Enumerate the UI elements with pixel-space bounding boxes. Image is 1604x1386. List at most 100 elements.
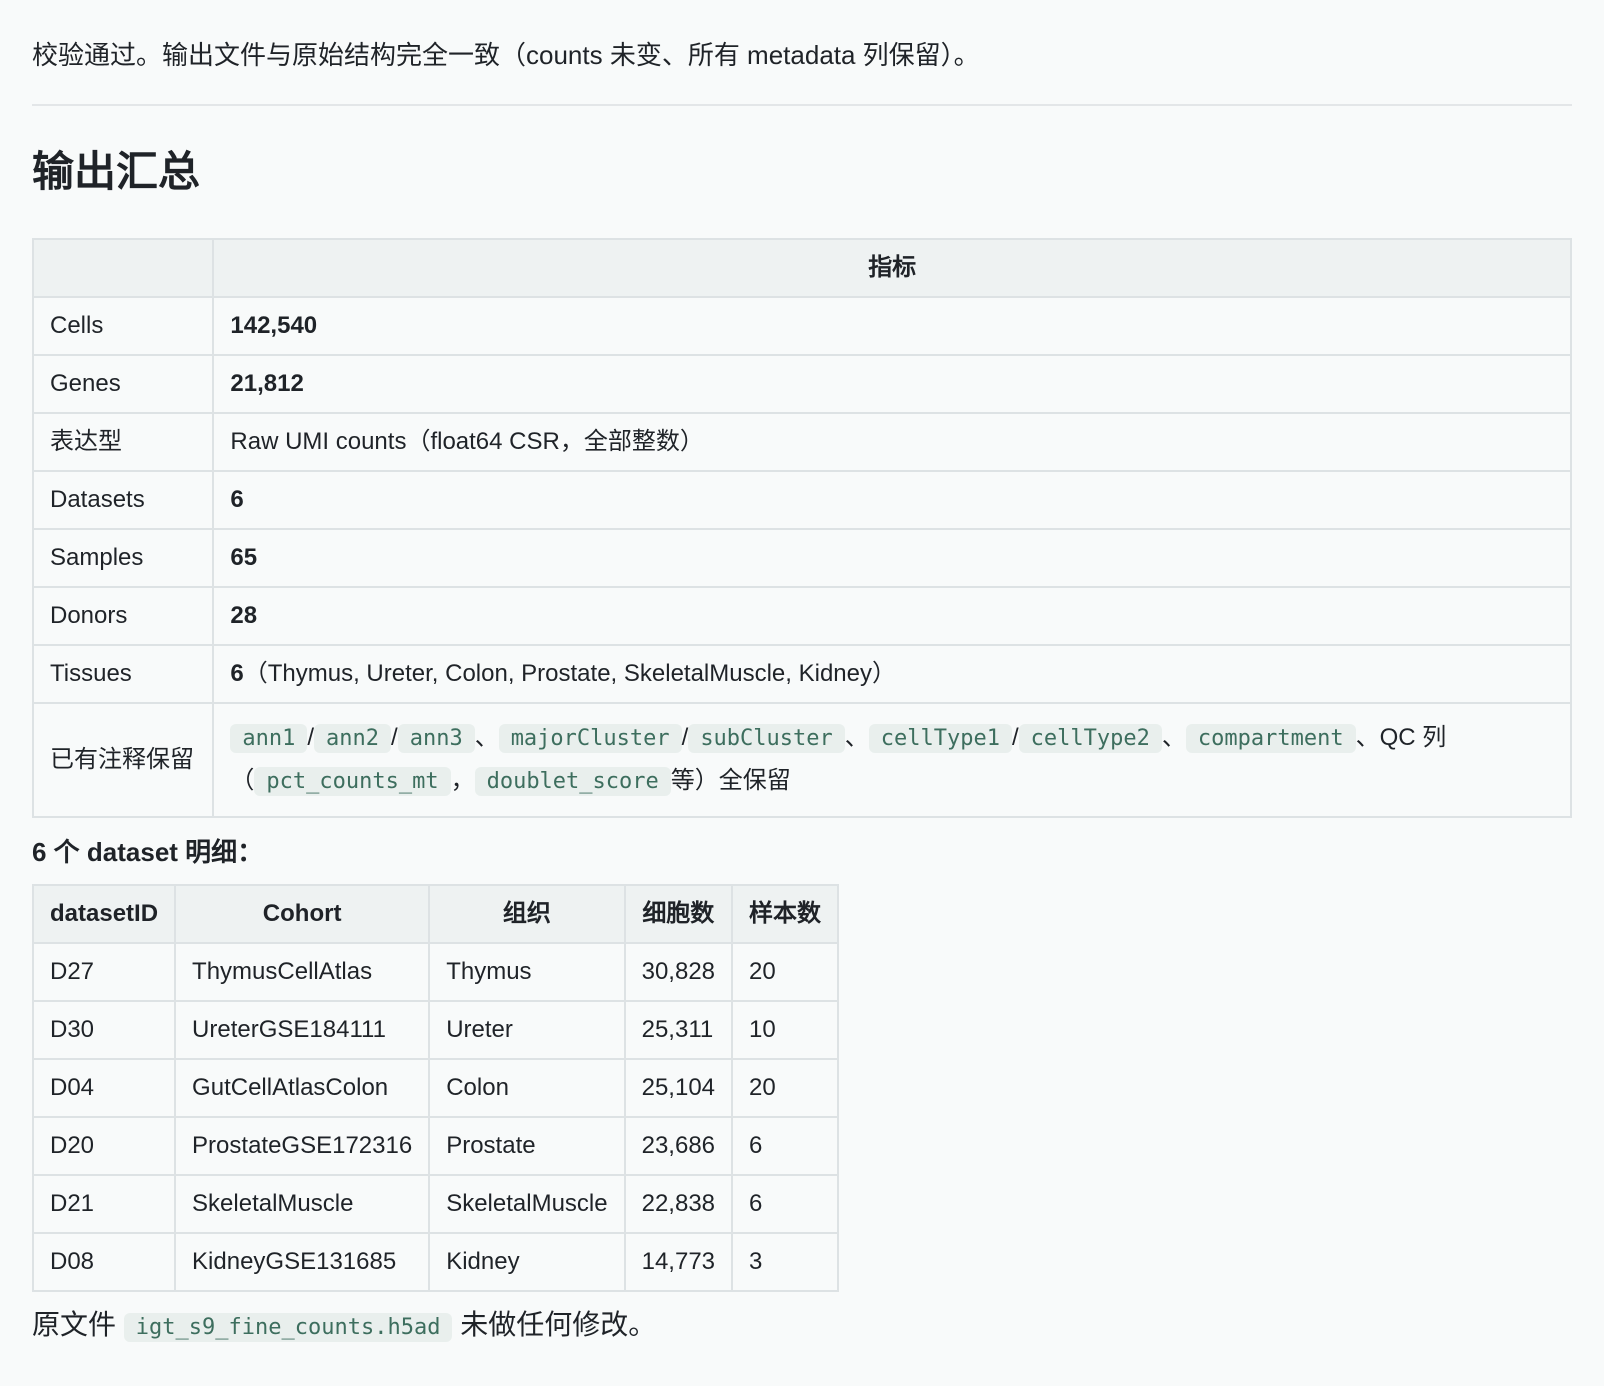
document: 校验通过。输出文件与原始结构完全一致（counts 未变、所有 metadata… bbox=[0, 0, 1604, 1355]
summary-value-bold: 65 bbox=[230, 544, 258, 571]
separator: 、 bbox=[844, 724, 869, 751]
summary-label: Donors bbox=[31, 586, 215, 646]
outro-after: 未做任何修改。 bbox=[460, 1309, 657, 1340]
summary-row: Cells 142,540 bbox=[31, 296, 1572, 356]
summary-value: 65 bbox=[212, 528, 1572, 588]
summary-value: 6 bbox=[212, 470, 1572, 530]
summary-label: Tissues bbox=[31, 644, 215, 704]
summary-value: 6（Thymus, Ureter, Colon, Prostate, Skele… bbox=[212, 644, 1572, 704]
cell-cohort: UreterGSE184111 bbox=[174, 1000, 431, 1060]
cell-cohort: GutCellAtlasColon bbox=[174, 1058, 431, 1118]
summary-label: Samples bbox=[31, 528, 215, 588]
summary-row: Genes 21,812 bbox=[31, 354, 1572, 414]
cell-sample-count: 6 bbox=[731, 1174, 840, 1234]
header-tissue: 组织 bbox=[428, 884, 626, 944]
dataset-table: datasetID Cohort 组织 细胞数 样本数 D27 ThymusCe… bbox=[31, 884, 840, 1292]
cell-tissue: Prostate bbox=[428, 1116, 626, 1176]
code-doublet-score: doublet_score bbox=[474, 767, 671, 796]
cell-cell-count: 14,773 bbox=[623, 1232, 734, 1292]
cell-tissue: Colon bbox=[428, 1058, 626, 1118]
summary-value: 142,540 bbox=[212, 296, 1572, 356]
summary-row: Tissues 6（Thymus, Ureter, Colon, Prostat… bbox=[31, 644, 1572, 704]
cell-cohort: SkeletalMuscle bbox=[174, 1174, 431, 1234]
summary-table: 指标 Cells 142,540 Genes 21,812 表达型 Raw UM… bbox=[31, 238, 1572, 818]
cell-cohort: ProstateGSE172316 bbox=[174, 1116, 431, 1176]
separator: 、 bbox=[474, 724, 499, 751]
cell-sample-count: 3 bbox=[731, 1232, 840, 1292]
cell-tissue: Kidney bbox=[428, 1232, 626, 1292]
summary-value: 28 bbox=[212, 586, 1572, 646]
code-celltype1: cellType1 bbox=[868, 724, 1012, 753]
summary-label: Cells bbox=[31, 296, 215, 356]
code-ann1: ann1 bbox=[230, 724, 308, 753]
table-row: D20 ProstateGSE172316 Prostate 23,686 6 bbox=[31, 1116, 840, 1176]
cell-cell-count: 30,828 bbox=[623, 942, 734, 1002]
header-sample-count: 样本数 bbox=[731, 884, 840, 944]
summary-value-bold: 142,540 bbox=[230, 312, 318, 339]
intro-text: 校验通过。输出文件与原始结构完全一致（counts 未变、所有 metadata… bbox=[32, 40, 980, 70]
header-datasetid: datasetID bbox=[31, 884, 177, 944]
summary-row-annotations: 已有注释保留 ann1/ann2/ann3、 majorCluster / subCl… bbox=[31, 702, 1572, 818]
summary-label: Genes bbox=[31, 354, 215, 414]
summary-label: Datasets bbox=[31, 470, 215, 530]
table-row: D04 GutCellAtlasColon Colon 25,104 20 bbox=[31, 1058, 840, 1118]
summary-value: Raw UMI counts（float64 CSR，全部整数） bbox=[212, 412, 1572, 472]
separator: / bbox=[1011, 724, 1019, 751]
summary-header-metric: 指标 bbox=[212, 238, 1572, 298]
cell-cohort: ThymusCellAtlas bbox=[174, 942, 431, 1002]
summary-header-empty bbox=[31, 238, 215, 298]
header-cell-count: 细胞数 bbox=[623, 884, 734, 944]
cell-sample-count: 6 bbox=[731, 1116, 840, 1176]
cell-tissue: SkeletalMuscle bbox=[428, 1174, 626, 1234]
code-filename: igt_s9_fine_counts.h5ad bbox=[123, 1313, 453, 1342]
cell-datasetid: D30 bbox=[31, 1000, 177, 1060]
outro-before: 原文件 bbox=[32, 1309, 117, 1340]
separator: / bbox=[391, 724, 398, 751]
paren: （ bbox=[230, 767, 255, 794]
summary-row: Samples 65 bbox=[31, 528, 1572, 588]
code-subcluster: subCluster bbox=[688, 724, 845, 753]
summary-label: 表达型 bbox=[31, 412, 215, 472]
summary-label: 已有注释保留 bbox=[31, 702, 215, 818]
dataset-header-row: datasetID Cohort 组织 细胞数 样本数 bbox=[31, 884, 840, 944]
separator: 、 bbox=[1161, 724, 1186, 751]
outro-text: 原文件 igt_s9_fine_counts.h5ad 未做任何修改。 bbox=[32, 1298, 1572, 1355]
summary-value: 21,812 bbox=[212, 354, 1572, 414]
divider bbox=[32, 104, 1572, 106]
cell-cell-count: 25,104 bbox=[623, 1058, 734, 1118]
detail-title: 6 个 dataset 明细： bbox=[32, 837, 264, 867]
code-ann2: ann2 bbox=[314, 724, 392, 753]
summary-row: Donors 28 bbox=[31, 586, 1572, 646]
cell-tissue: Thymus bbox=[428, 942, 626, 1002]
summary-value-bold: 21,812 bbox=[230, 370, 304, 397]
cell-datasetid: D04 bbox=[31, 1058, 177, 1118]
code-ann3: ann3 bbox=[397, 724, 475, 753]
cell-sample-count: 20 bbox=[731, 1058, 840, 1118]
table-row: D21 SkeletalMuscle SkeletalMuscle 22,838… bbox=[31, 1174, 840, 1234]
summary-value-bold: 6 bbox=[230, 660, 244, 687]
code-majorcluster: majorCluster bbox=[498, 724, 682, 753]
annotation-list: ann1/ann2/ann3、 majorCluster / subCluster、 c… bbox=[212, 702, 1572, 818]
code-pct-counts-mt: pct_counts_mt bbox=[254, 767, 451, 796]
separator: 、 bbox=[1355, 724, 1380, 751]
cell-datasetid: D20 bbox=[31, 1116, 177, 1176]
table-row: D08 KidneyGSE131685 Kidney 14,773 3 bbox=[31, 1232, 840, 1292]
summary-row: 表达型 Raw UMI counts（float64 CSR，全部整数） bbox=[31, 412, 1572, 472]
cell-sample-count: 20 bbox=[731, 942, 840, 1002]
separator: ， bbox=[450, 767, 475, 794]
table-row: D27 ThymusCellAtlas Thymus 30,828 20 bbox=[31, 942, 840, 1002]
cell-cell-count: 25,311 bbox=[623, 1000, 734, 1060]
summary-value-bold: 28 bbox=[230, 602, 258, 629]
summary-row: Datasets 6 bbox=[31, 470, 1572, 530]
table-row: D30 UreterGSE184111 Ureter 25,311 10 bbox=[31, 1000, 840, 1060]
tissue-list: （Thymus, Ureter, Colon, Prostate, Skelet… bbox=[243, 660, 897, 687]
cell-tissue: Ureter bbox=[428, 1000, 626, 1060]
cell-sample-count: 10 bbox=[731, 1000, 840, 1060]
cell-datasetid: D21 bbox=[31, 1174, 177, 1234]
code-celltype2: cellType2 bbox=[1018, 724, 1162, 753]
header-cohort: Cohort bbox=[174, 884, 431, 944]
summary-header-row: 指标 bbox=[31, 238, 1572, 298]
cell-cohort: KidneyGSE131685 bbox=[174, 1232, 431, 1292]
cell-cell-count: 22,838 bbox=[623, 1174, 734, 1234]
code-compartment: compartment bbox=[1185, 724, 1356, 753]
